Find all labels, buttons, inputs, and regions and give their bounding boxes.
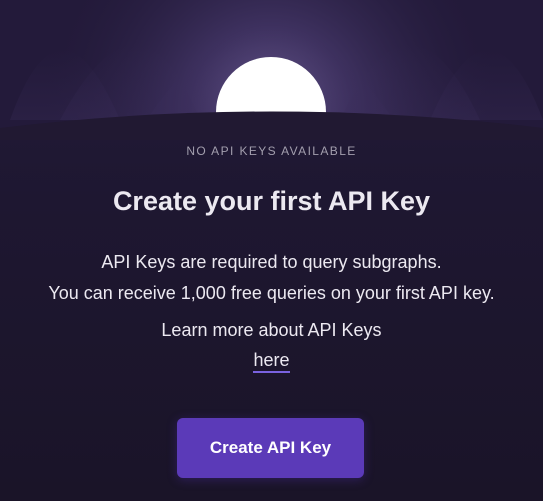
page-title: Create your first API Key [112, 186, 431, 216]
learn-more-link[interactable]: here [253, 350, 290, 373]
empty-status-label: NO API KEYS AVAILABLE [186, 144, 357, 158]
sunrise-illustration [0, 0, 543, 140]
description-line-1: API Keys are required to query subgraphs… [101, 252, 442, 272]
description-line-2: You can receive 1,000 free queries on yo… [48, 283, 495, 303]
create-api-key-button[interactable]: Create API Key [177, 418, 364, 478]
learn-more-text: Learn more about API Keys [161, 320, 382, 340]
empty-state-panel: NO API KEYS AVAILABLE Create your first … [0, 0, 543, 501]
learn-more-link-container: here [0, 350, 543, 373]
